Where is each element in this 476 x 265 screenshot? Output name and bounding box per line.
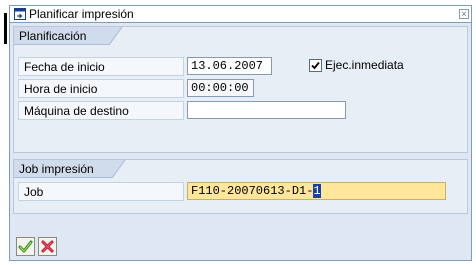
job-label-cell: Job (18, 182, 184, 201)
confirm-button[interactable] (16, 237, 35, 256)
checkmark-icon (18, 240, 33, 253)
job-label: Job (24, 185, 44, 199)
start-time-label: Hora de inicio (24, 82, 98, 96)
dialog-toolbar (10, 229, 471, 260)
dialog-titlebar: Planificar impresión × (10, 6, 471, 23)
planning-group: Planificación Fecha de inicio 13.06.2007… (13, 26, 468, 153)
start-date-label: Fecha de inicio (24, 60, 105, 74)
dialog-window-icon (14, 8, 26, 20)
target-machine-label: Máquina de destino (24, 104, 129, 118)
left-edge-marker (4, 13, 7, 44)
planning-group-label: Planificación (19, 29, 87, 43)
group-tab-slant (112, 160, 126, 178)
print-job-group-label: Job impresión (19, 162, 94, 176)
job-name-field[interactable]: F110-20070613-D1-1 (187, 182, 446, 200)
print-schedule-dialog: Planificar impresión × Planificación Fec… (9, 5, 472, 261)
start-time-field[interactable]: 00:00:00 (187, 79, 254, 97)
target-machine-label-cell: Máquina de destino (18, 101, 184, 120)
target-machine-field[interactable] (187, 101, 346, 119)
checkmark-icon (311, 61, 320, 70)
print-job-group-header: Job impresión (14, 160, 126, 178)
start-date-field[interactable]: 13.06.2007 (187, 57, 272, 75)
cancel-button[interactable] (38, 237, 57, 256)
start-time-label-cell: Hora de inicio (18, 79, 184, 98)
planning-group-header: Planificación (14, 27, 123, 45)
print-job-group: Job impresión Job F110-20070613-D1-1 (13, 159, 468, 214)
cancel-x-icon (41, 240, 54, 253)
start-date-label-cell: Fecha de inicio (18, 57, 184, 76)
job-name-text: F110-20070613-D1- (191, 184, 314, 198)
immediate-execution-checkbox[interactable] (309, 59, 322, 72)
group-tab-slant (109, 27, 123, 45)
dialog-title: Planificar impresión (29, 7, 134, 21)
close-icon[interactable]: × (459, 9, 469, 19)
text-cursor: 1 (313, 184, 321, 198)
immediate-execution-label: Ejec.inmediata (325, 58, 404, 72)
